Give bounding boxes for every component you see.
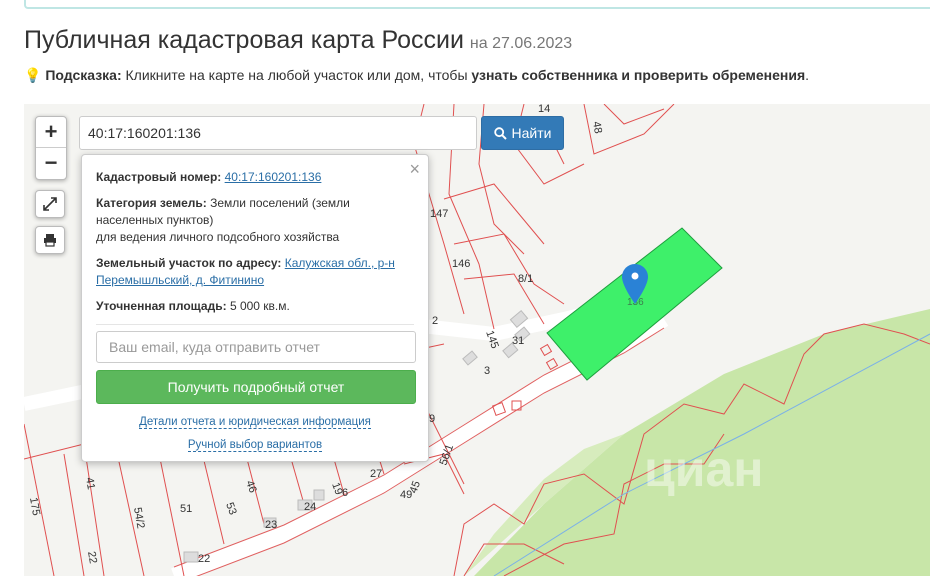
- page-date: на 27.06.2023: [469, 35, 573, 52]
- hint-text: Кликните на карте на любой участок или д…: [121, 67, 472, 83]
- map-label: 147: [430, 208, 448, 220]
- page-title: Публичная кадастровая карта России на 27.…: [24, 26, 572, 55]
- zoom-out-button[interactable]: −: [36, 148, 66, 178]
- map-label: 8/1: [518, 273, 533, 285]
- find-button[interactable]: Найти: [481, 116, 564, 150]
- find-button-label: Найти: [511, 125, 552, 141]
- close-icon[interactable]: ×: [409, 159, 420, 180]
- hint-label: Подсказка:: [45, 67, 122, 83]
- map-label: 22: [85, 550, 99, 564]
- map-label: 175: [27, 496, 42, 516]
- map-label: 46: [243, 479, 258, 495]
- category-use: для ведения личного подсобного хозяйства: [96, 230, 340, 244]
- watermark: циан: [644, 441, 764, 497]
- lightbulb-icon: 💡: [24, 67, 42, 83]
- details-link[interactable]: Детали отчета и юридическая информация: [139, 416, 371, 429]
- cadastral-number-link[interactable]: 40:17:160201:136: [225, 170, 322, 184]
- parcel-info-popup: × Кадастровый номер: 40:17:160201:136 Ка…: [81, 154, 429, 462]
- email-field[interactable]: Ваш email, куда отправить отчет: [96, 331, 416, 363]
- map-label: 23: [265, 519, 277, 531]
- map-label: 2: [432, 315, 438, 327]
- map-label: 49: [400, 489, 412, 501]
- zoom-control: + −: [35, 116, 67, 180]
- manual-selection-link[interactable]: Ручной выбор вариантов: [187, 439, 323, 452]
- print-button[interactable]: [35, 226, 65, 254]
- divider: [96, 324, 414, 325]
- area-row: Уточненная площадь: 5 000 кв.м.: [96, 298, 414, 315]
- hint-bold-text: узнать собственника и проверить обремене…: [471, 67, 806, 83]
- category-label: Категория земель:: [96, 196, 207, 210]
- map-label: 51: [180, 503, 192, 515]
- map-label: 53: [223, 501, 238, 517]
- address-label: Земельный участок по адресу:: [96, 256, 282, 270]
- area-label: Уточненная площадь:: [96, 299, 227, 313]
- fullscreen-button[interactable]: [35, 190, 65, 218]
- hint-end: .: [805, 67, 810, 83]
- map-label: 24: [304, 501, 316, 513]
- top-banner: [24, 0, 930, 9]
- printer-icon: [44, 234, 56, 247]
- location-marker-icon[interactable]: [622, 264, 648, 304]
- zoom-in-button[interactable]: +: [36, 117, 66, 148]
- hint: 💡 Подсказка: Кликните на карте на любой …: [24, 67, 809, 84]
- map-label: 146: [452, 258, 470, 270]
- expand-icon: [43, 197, 57, 211]
- map-label: 14: [538, 104, 550, 115]
- map-label: 48: [590, 120, 604, 134]
- map-label: 27: [370, 468, 382, 480]
- details-link-row: Детали отчета и юридическая информация: [96, 416, 414, 429]
- area-value: 5 000 кв.м.: [229, 299, 290, 313]
- map-label: 22: [198, 553, 210, 565]
- cadastral-map[interactable]: 14 48 147 146 8/1 145 2 3 31 9 27 56/1 4…: [24, 104, 930, 576]
- cadastral-number-row: Кадастровый номер: 40:17:160201:136: [96, 169, 414, 186]
- get-report-button[interactable]: Получить подробный отчет: [96, 370, 416, 404]
- manual-link-row: Ручной выбор вариантов: [96, 439, 414, 452]
- cadastral-label: Кадастровый номер:: [96, 170, 222, 184]
- map-label: 31: [512, 335, 524, 347]
- cadastral-search-input[interactable]: [79, 116, 477, 150]
- map-label: 41: [83, 476, 97, 490]
- search-icon: [493, 126, 507, 140]
- address-row: Земельный участок по адресу: Калужская о…: [96, 255, 414, 289]
- map-label: 3: [484, 365, 490, 377]
- map-label: 9: [429, 413, 435, 425]
- land-category-row: Категория земель: Земли поселений (земли…: [96, 195, 414, 246]
- page-title-text: Публичная кадастровая карта России: [24, 26, 464, 54]
